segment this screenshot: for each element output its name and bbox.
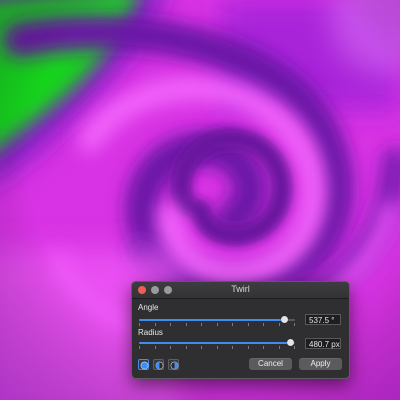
slider-tick	[248, 346, 249, 349]
angle-slider-fill	[139, 319, 285, 321]
slider-tick	[155, 323, 156, 326]
slider-tick	[217, 323, 218, 326]
slider-tick	[139, 346, 140, 349]
angle-slider-knob[interactable]	[280, 316, 288, 323]
slider-tick	[201, 323, 202, 326]
slider-tick	[294, 346, 295, 349]
radius-slider[interactable]	[139, 342, 295, 344]
left-half-mode-icon	[155, 361, 164, 370]
angle-slider-ticks	[139, 323, 295, 326]
cancel-button[interactable]: Cancel	[249, 358, 292, 370]
right-half-mode-button[interactable]	[168, 359, 179, 370]
radius-slider-fill	[139, 342, 291, 344]
slider-tick	[294, 323, 295, 326]
slider-tick	[279, 323, 280, 326]
slider-tick	[186, 323, 187, 326]
right-half-mode-icon	[170, 361, 179, 370]
dialog-title: Twirl	[231, 284, 250, 294]
slider-tick	[217, 346, 218, 349]
slider-tick	[186, 346, 187, 349]
radius-slider-knob[interactable]	[286, 339, 294, 346]
slider-tick	[248, 323, 249, 326]
angle-value-field[interactable]: 537.5 °	[305, 314, 341, 325]
apply-button[interactable]: Apply	[299, 358, 342, 370]
radius-slider-ticks	[139, 346, 295, 349]
angle-label: Angle	[138, 303, 159, 312]
twirl-dialog: Twirl Angle 537.5 ° Radius 480.7 px Canc…	[131, 281, 350, 379]
both-mode-button[interactable]	[138, 359, 149, 370]
slider-tick	[170, 346, 171, 349]
slider-tick	[232, 323, 233, 326]
radius-label: Radius	[138, 328, 163, 337]
slider-tick	[232, 346, 233, 349]
slider-tick	[201, 346, 202, 349]
left-half-mode-button[interactable]	[153, 359, 164, 370]
slider-tick	[155, 346, 156, 349]
slider-tick	[279, 346, 280, 349]
angle-slider[interactable]	[139, 319, 295, 321]
both-mode-icon	[140, 361, 149, 370]
dialog-titlebar[interactable]: Twirl	[132, 282, 349, 299]
slider-tick	[263, 346, 264, 349]
radius-value-field[interactable]: 480.7 px	[305, 338, 341, 349]
slider-tick	[170, 323, 171, 326]
slider-tick	[139, 323, 140, 326]
slider-tick	[263, 323, 264, 326]
